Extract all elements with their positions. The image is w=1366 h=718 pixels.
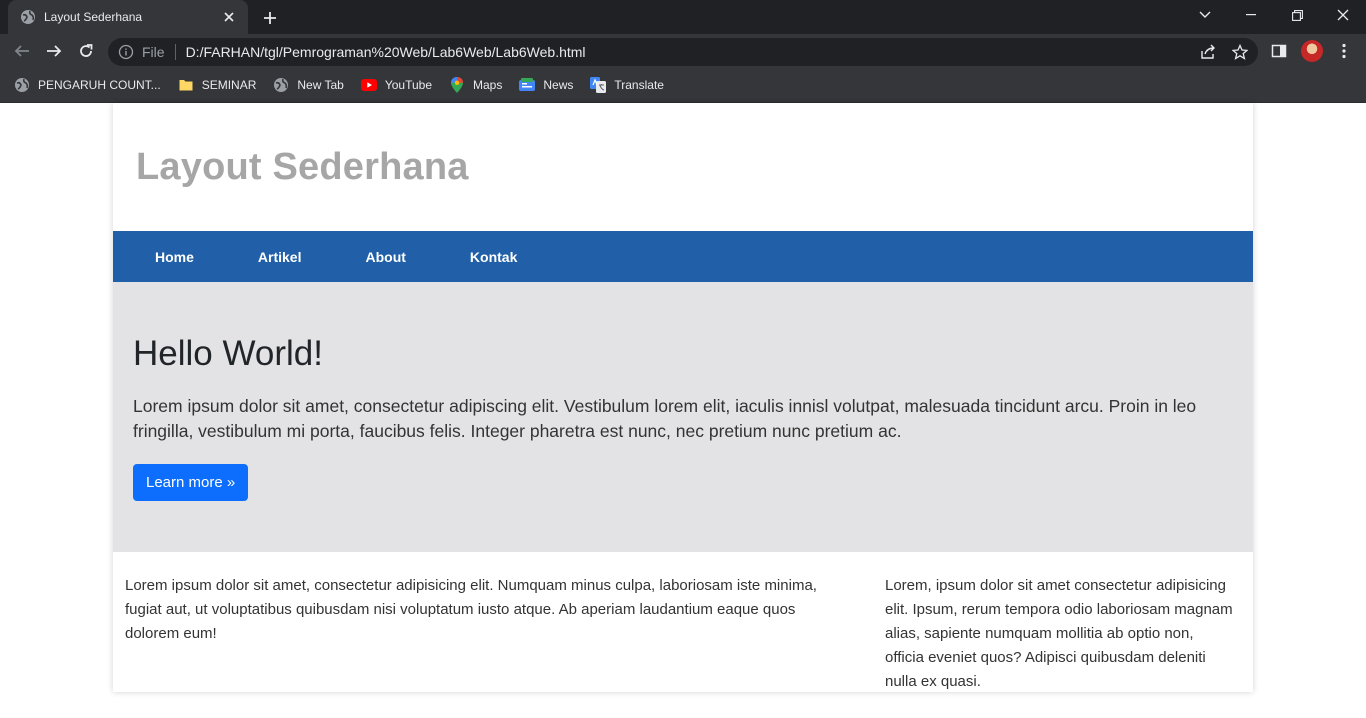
bookmark-item[interactable]: News	[519, 77, 573, 93]
close-tab-icon[interactable]	[220, 8, 238, 26]
back-icon[interactable]	[10, 39, 34, 63]
page-container: Layout Sederhana Home Artikel About Kont…	[113, 103, 1253, 692]
bookmark-item[interactable]: PENGARUH COUNT...	[14, 77, 161, 93]
globe-icon	[273, 77, 289, 93]
news-icon	[519, 77, 536, 93]
browser-toolbar: File D:/FARHAN/tgl/Pemrograman%20Web/Lab…	[0, 34, 1366, 68]
translate-icon	[590, 77, 607, 93]
nav-link-about[interactable]: About	[365, 249, 405, 265]
url-text[interactable]: D:/FARHAN/tgl/Pemrograman%20Web/Lab6Web/…	[186, 44, 586, 60]
site-header: Layout Sederhana	[113, 103, 1253, 231]
bookmark-label: New Tab	[297, 78, 344, 92]
new-tab-button[interactable]	[258, 6, 282, 30]
folder-icon	[178, 77, 194, 93]
sidebar-column-text: Lorem, ipsum dolor sit amet consectetur …	[885, 577, 1233, 690]
globe-icon	[14, 77, 30, 93]
youtube-icon	[360, 77, 377, 93]
bookmark-item[interactable]: Translate	[590, 77, 664, 93]
side-panel-icon[interactable]	[1267, 39, 1291, 63]
bookmark-folder[interactable]: SEMINAR	[178, 77, 257, 93]
tab-title: Layout Sederhana	[44, 10, 143, 24]
nav-link-kontak[interactable]: Kontak	[470, 249, 517, 265]
reload-icon[interactable]	[74, 39, 98, 63]
scheme-label: File	[142, 44, 165, 60]
bookmark-item[interactable]: Maps	[449, 77, 502, 93]
bookmark-label: YouTube	[384, 78, 433, 92]
bookmark-label: News	[543, 78, 574, 92]
bookmarks-bar: PENGARUH COUNT... SEMINAR New Tab YouTub…	[0, 68, 1366, 103]
profile-avatar-icon[interactable]	[1300, 39, 1324, 63]
info-icon[interactable]	[118, 44, 134, 60]
restore-icon[interactable]	[1274, 0, 1320, 30]
bookmark-label: Translate	[614, 78, 664, 92]
menu-kebab-icon[interactable]	[1332, 39, 1356, 63]
main-navbar: Home Artikel About Kontak	[113, 231, 1253, 282]
bookmark-label: Maps	[473, 78, 503, 92]
content-columns: Lorem ipsum dolor sit amet, consectetur …	[113, 552, 1253, 694]
browser-tab[interactable]: Layout Sederhana	[8, 0, 248, 34]
hero-heading: Hello World!	[133, 334, 323, 373]
share-icon[interactable]	[1196, 40, 1220, 64]
bookmark-item[interactable]: YouTube	[360, 77, 433, 93]
minimize-icon[interactable]	[1228, 0, 1274, 30]
learn-more-button[interactable]: Learn more »	[133, 464, 249, 501]
bookmark-label: PENGARUH COUNT...	[38, 78, 161, 92]
nav-link-home[interactable]: Home	[155, 249, 194, 265]
omnibox-divider	[174, 44, 176, 60]
close-window-icon[interactable]	[1320, 0, 1366, 30]
forward-icon[interactable]	[42, 39, 66, 63]
page-viewport: Layout Sederhana Home Artikel About Kont…	[0, 103, 1366, 718]
bookmark-star-icon[interactable]	[1228, 40, 1252, 64]
site-title: Layout Sederhana	[136, 145, 469, 188]
globe-icon	[20, 9, 36, 25]
hero-section: Hello World! Lorem ipsum dolor sit amet,…	[113, 282, 1253, 552]
main-column-text: Lorem ipsum dolor sit amet, consectetur …	[125, 577, 817, 642]
bookmark-label: SEMINAR	[201, 78, 257, 92]
nav-link-artikel[interactable]: Artikel	[258, 249, 302, 265]
maps-icon	[449, 77, 465, 93]
address-bar[interactable]: File D:/FARHAN/tgl/Pemrograman%20Web/Lab…	[108, 38, 1258, 66]
tab-search-icon[interactable]	[1182, 0, 1228, 30]
tab-strip: Layout Sederhana	[0, 0, 1366, 34]
hero-text: Lorem ipsum dolor sit amet, consectetur …	[133, 396, 1197, 441]
bookmark-item[interactable]: New Tab	[273, 77, 344, 93]
